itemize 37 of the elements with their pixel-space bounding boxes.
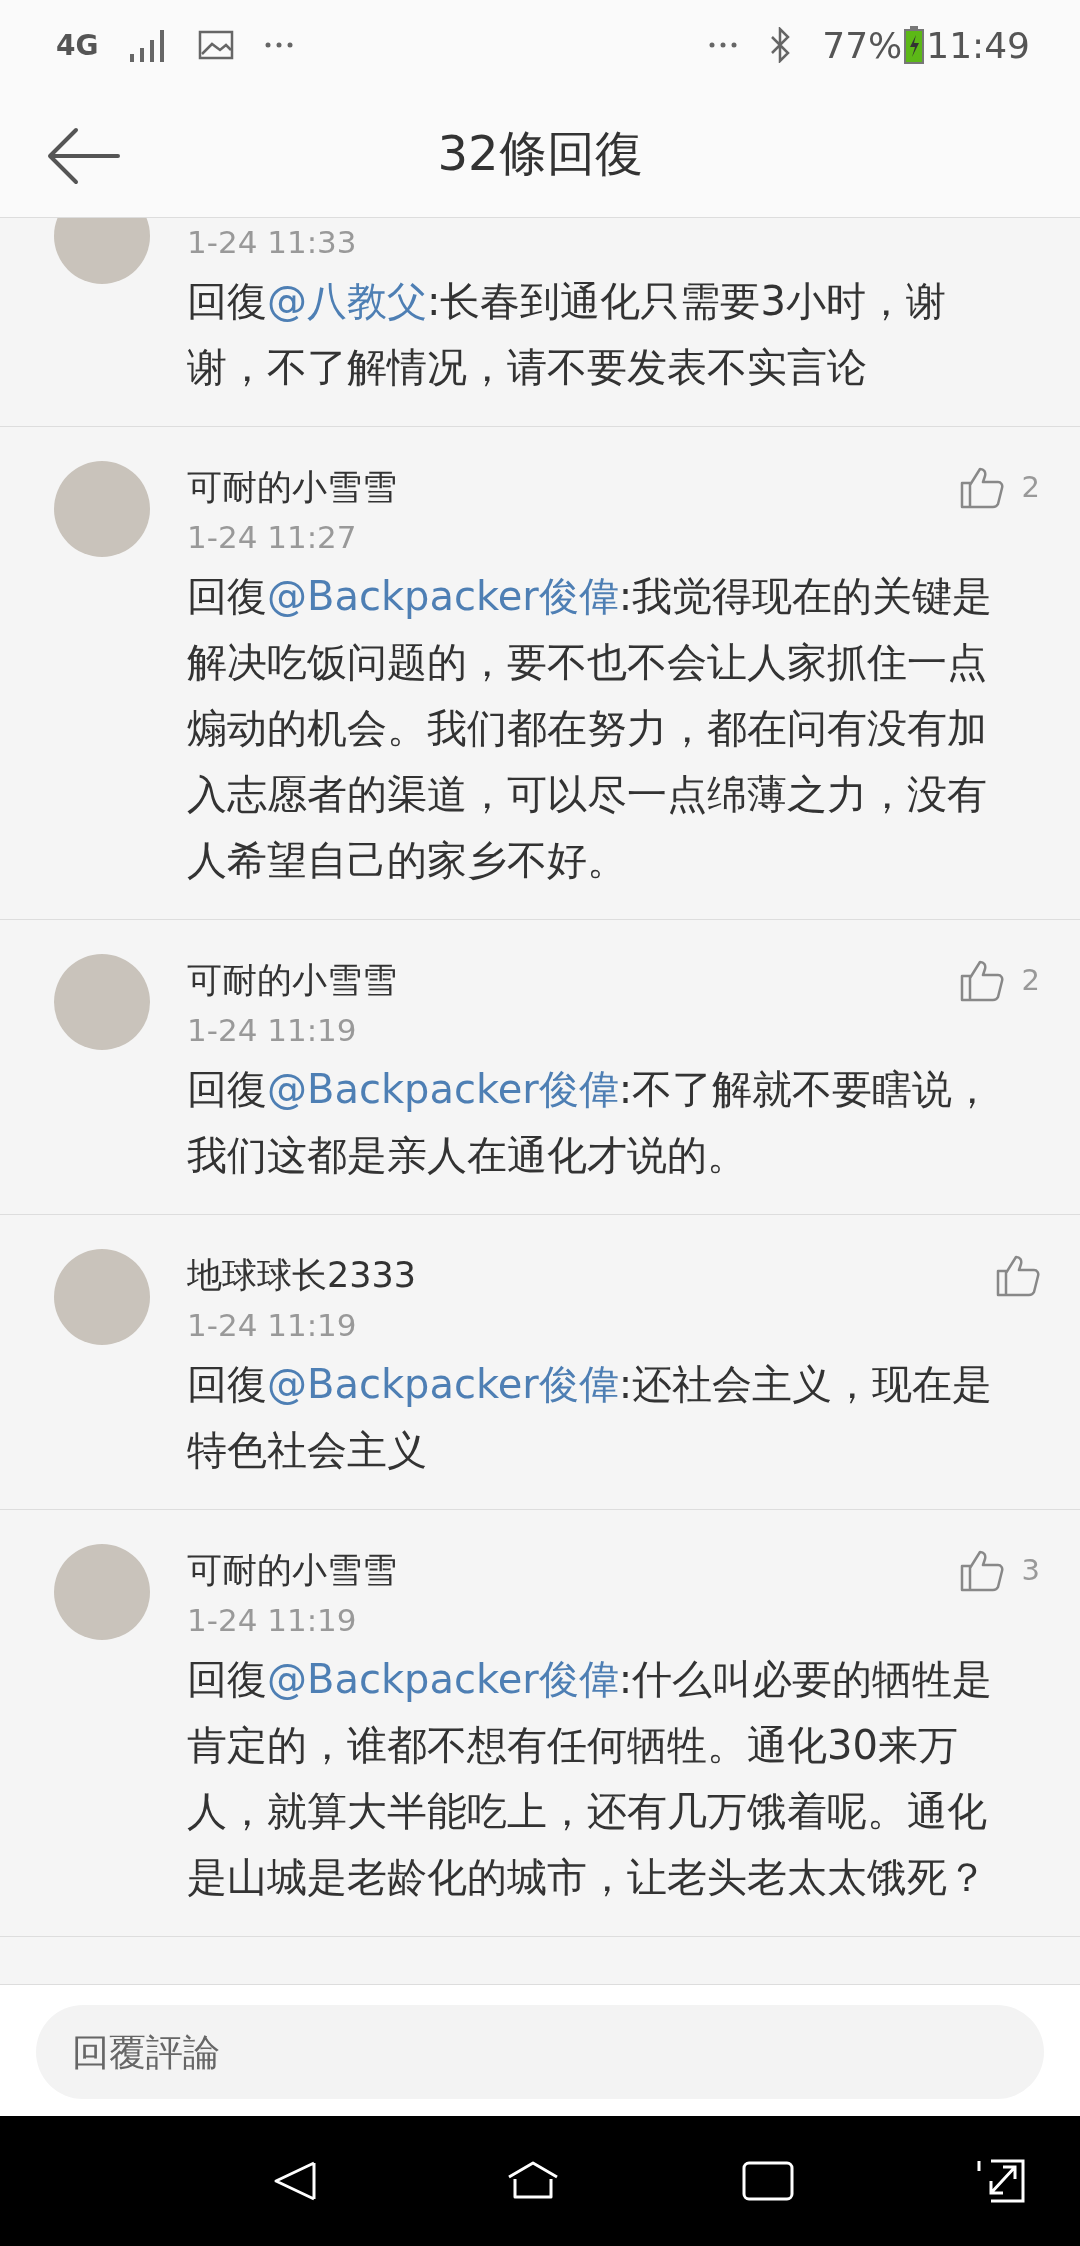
thumbs-up-icon bbox=[959, 958, 1004, 1002]
like-button[interactable]: 3 bbox=[959, 1548, 1040, 1592]
image-icon bbox=[198, 30, 235, 60]
comment-text: 回復@Backpacker俊偉:还社会主义，现在是特色社会主义 bbox=[187, 1360, 994, 1475]
battery-percent: 77% bbox=[822, 24, 903, 66]
mention-link[interactable]: @Backpacker俊偉 bbox=[267, 1066, 619, 1112]
thumbs-up-icon bbox=[996, 1253, 1040, 1297]
comment-text: 回復@Backpacker俊偉:不了解就不要瞎说，我们这都是亲人在通化才说的。 bbox=[187, 1065, 994, 1180]
comment-text: 回復@Backpacker俊偉:什么叫必要的牺牲是肯定的，谁都不想有任何牺牲。通化30来万人，就算大半能吃上，还有几万饿着呢。通化是山城是老龄化的城市，让老头老太太饿死？ bbox=[187, 1655, 994, 1902]
back-arrow-icon bbox=[46, 126, 122, 186]
mention-link[interactable]: @Backpacker俊偉 bbox=[267, 1361, 619, 1407]
thumbs-up-icon bbox=[959, 465, 1004, 509]
reply-input-field[interactable]: 回覆評論 bbox=[36, 2005, 1044, 2099]
mention-link[interactable]: @Backpacker俊偉 bbox=[267, 1656, 619, 1702]
user-name[interactable]: 可耐的小雪雪 bbox=[187, 463, 960, 511]
network-type: 4G bbox=[56, 28, 99, 62]
like-button[interactable] bbox=[996, 1253, 1040, 1297]
more-icon bbox=[264, 41, 295, 49]
comment-text: 回復@八教父:长春到通化只需要3小时，谢谢，不了解情况，请不要发表不实言论 bbox=[187, 277, 947, 392]
mention-link[interactable]: @Backpacker俊偉 bbox=[267, 573, 619, 619]
thumbs-up-icon bbox=[959, 1548, 1004, 1592]
user-name[interactable]: 可耐的小雪雪 bbox=[187, 1546, 960, 1594]
page-title: 32條回復 bbox=[437, 123, 643, 183]
comment-time: 1-24 11:33 bbox=[187, 224, 358, 260]
mention-link[interactable]: @八教父 bbox=[267, 278, 427, 324]
comment-time: 1-24 11:19 bbox=[187, 1602, 358, 1638]
battery-icon bbox=[904, 26, 925, 64]
user-name[interactable]: 地球球长2333 bbox=[187, 1251, 996, 1299]
clock: 11:49 bbox=[926, 24, 1030, 66]
comment-time: 1-24 11:27 bbox=[187, 519, 358, 555]
like-button[interactable]: 2 bbox=[959, 958, 1040, 1002]
comment-time: 1-24 11:19 bbox=[187, 1307, 358, 1343]
user-name[interactable]: 可耐的小雪雪 bbox=[187, 956, 960, 1004]
comment-text: 回復@Backpacker俊偉:我觉得现在的关键是解决吃饭问题的，要不也不会让人家抓住一点煽动的机会。我们都在努力，都在问有没有加入志愿者的渠道，可以尽一点绵薄之力，没有人希望自己的家乡不好。 bbox=[187, 572, 994, 885]
more-icon bbox=[708, 41, 739, 49]
like-button[interactable]: 2 bbox=[959, 465, 1040, 509]
comment-time: 1-24 11:19 bbox=[187, 1012, 358, 1048]
